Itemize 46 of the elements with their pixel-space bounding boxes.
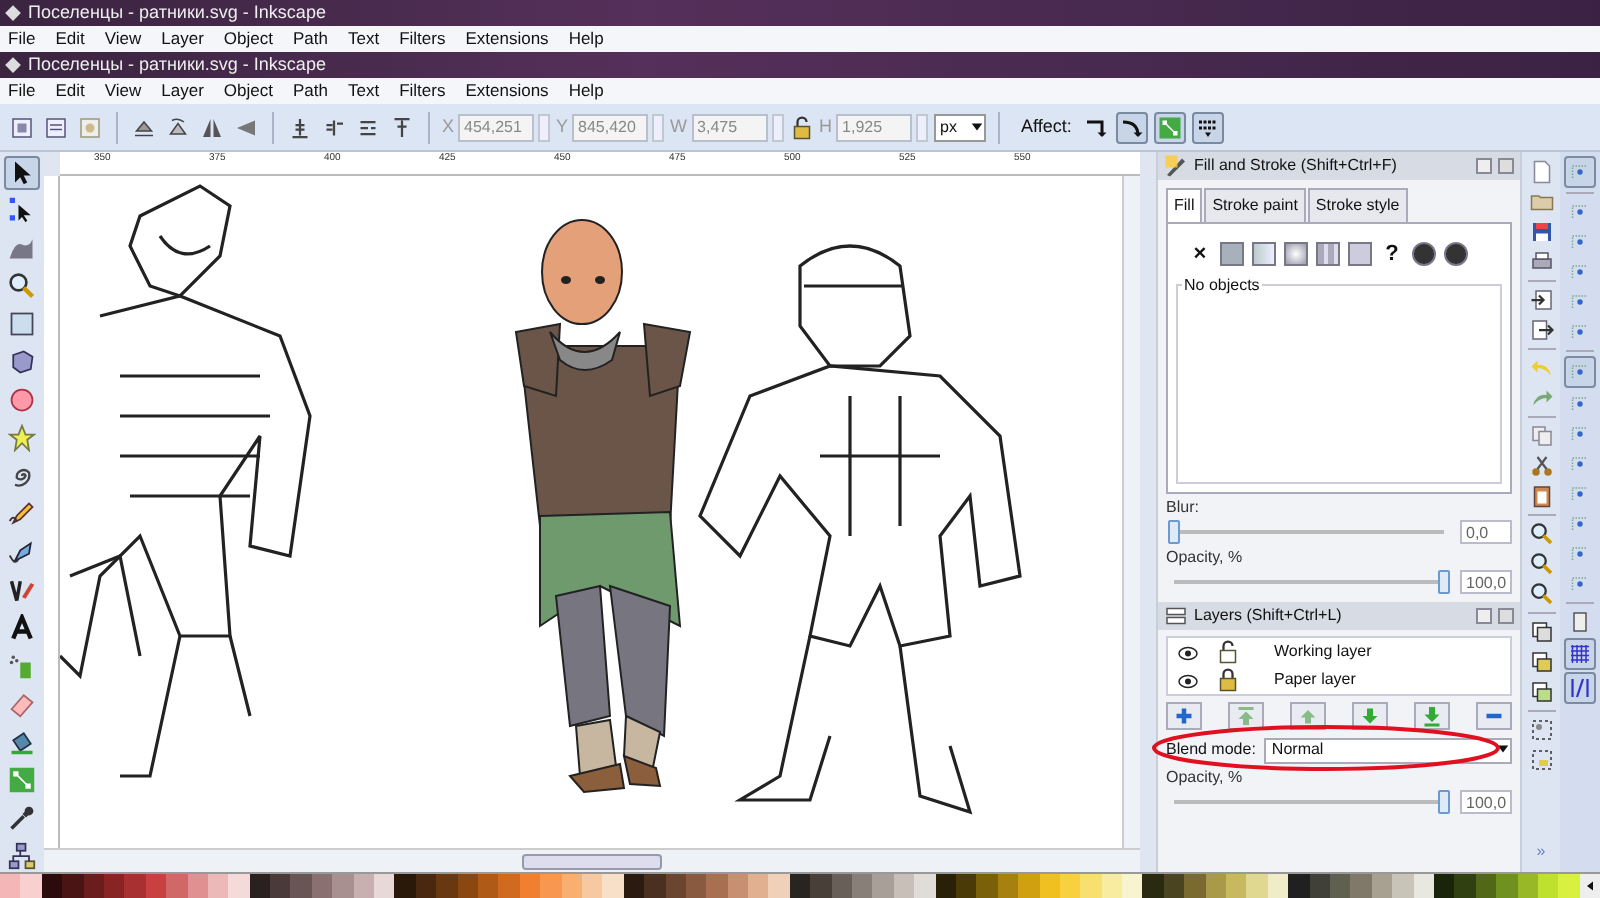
tab[interactable]: Fill xyxy=(1166,188,1203,222)
menu-item[interactable]: File xyxy=(8,26,36,52)
field-label: Y xyxy=(556,113,569,140)
menu-item[interactable]: Layer xyxy=(161,26,204,52)
menu-item[interactable]: Text xyxy=(347,78,380,104)
menu-item[interactable]: Object xyxy=(223,26,273,52)
tab[interactable]: Stroke style xyxy=(1307,188,1408,222)
paint-type-button[interactable]: ? xyxy=(1380,238,1404,271)
slider-label: Opacity, % xyxy=(1164,545,1245,569)
frame-label: No objects xyxy=(1182,273,1262,297)
menu-item[interactable]: Path xyxy=(292,26,328,52)
menu-item[interactable]: Help xyxy=(568,26,604,52)
value-field[interactable]: 100,0 xyxy=(1460,789,1512,813)
menu-item[interactable]: Layer xyxy=(161,78,204,104)
menu-item[interactable]: Help xyxy=(568,78,604,104)
menu-item[interactable]: Filters xyxy=(399,78,446,104)
menu-item[interactable]: View xyxy=(104,26,142,52)
field-label: W xyxy=(670,113,688,140)
slider-label: Opacity, % xyxy=(1164,765,1245,789)
field-label: X xyxy=(442,113,455,140)
field-label: H xyxy=(819,113,833,140)
paint-type-button[interactable]: × xyxy=(1188,238,1212,271)
value-field[interactable]: 0,0 xyxy=(1460,519,1512,543)
slider-label: Blur: xyxy=(1164,495,1201,519)
blend-mode-dropdown[interactable]: Normal xyxy=(1263,737,1512,763)
menu-item[interactable]: File xyxy=(8,78,36,104)
blend-mode-label: Blend mode: xyxy=(1166,738,1256,762)
layer-name[interactable]: Working layer xyxy=(1274,639,1372,663)
menu-item[interactable]: View xyxy=(104,78,142,104)
layer-name[interactable]: Paper layer xyxy=(1274,667,1356,691)
panel-title: Fill and Stroke (Shift+Ctrl+F) xyxy=(1194,154,1399,178)
panel-title: Layers (Shift+Ctrl+L) xyxy=(1194,603,1344,627)
window-title: Поселенцы - ратники.svg - Inkscape xyxy=(28,0,326,26)
menu-item[interactable]: Text xyxy=(347,26,380,52)
menu-item[interactable]: Extensions xyxy=(465,26,549,52)
menu-item[interactable]: Edit xyxy=(55,26,85,52)
menu-item[interactable]: Filters xyxy=(399,26,446,52)
menu-item[interactable]: Edit xyxy=(55,78,85,104)
menu-item[interactable]: Object xyxy=(223,78,273,104)
unit-dropdown[interactable]: px xyxy=(934,113,987,141)
menu-item[interactable]: Path xyxy=(292,78,328,104)
value-field[interactable]: 100,0 xyxy=(1460,569,1512,593)
tab[interactable]: Stroke paint xyxy=(1204,188,1306,222)
menu-item[interactable]: Extensions xyxy=(465,78,549,104)
affect-label: Affect: xyxy=(1021,113,1072,140)
window-title: Поселенцы - ратники.svg - Inkscape xyxy=(28,51,326,78)
